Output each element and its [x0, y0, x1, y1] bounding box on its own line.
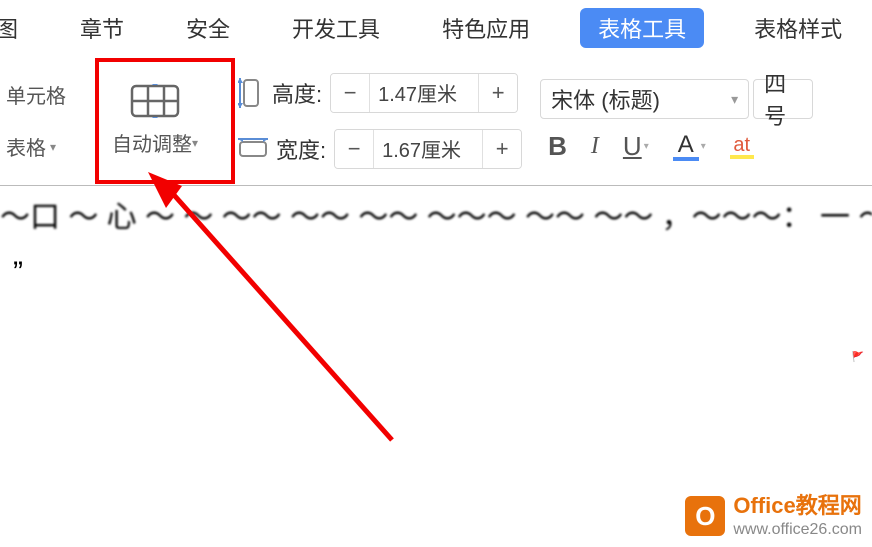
ribbon-tabs: 图 章节 安全 开发工具 特色应用 表格工具 表格样式 [0, 0, 872, 56]
doc-blurred-line: 〜口 〜 心 〜 〜 〜〜 〜〜 〜〜 〜〜〜 〜〜 〜〜 ，〜〜〜： 一 〜 [0, 192, 872, 236]
tab-table-style[interactable]: 表格样式 [742, 8, 854, 48]
table-dropdown[interactable]: 表格 ▾ [6, 132, 56, 161]
group-cell-table: 单元格 表格 ▾ [0, 68, 72, 173]
height-label: 高度: [272, 77, 322, 109]
chevron-down-icon: ▾ [731, 91, 738, 108]
ribbon-body: 单元格 表格 ▾ 自动调整 ▾ 高度 [0, 56, 872, 186]
cell-dropdown[interactable]: 单元格 [6, 80, 66, 109]
tab-table-tools[interactable]: 表格工具 [580, 8, 704, 48]
group-font: 宋体 (标题) ▾ 四号 B I U ▾ A ▾ [540, 68, 813, 173]
chevron-down-icon: ▾ [192, 136, 198, 150]
width-decrease[interactable]: − [335, 130, 373, 168]
font-color-bar [673, 157, 699, 161]
font-name-select[interactable]: 宋体 (标题) ▾ [540, 79, 749, 119]
height-decrease[interactable]: − [331, 74, 369, 112]
tab-special[interactable]: 特色应用 [430, 8, 542, 48]
watermark-title: Office教程网 [733, 493, 862, 519]
auto-adjust-label: 自动调整 [112, 128, 192, 157]
highlight-bar [730, 155, 754, 159]
width-spinner: − 1.67厘米 + [334, 129, 522, 169]
width-increase[interactable]: + [483, 130, 521, 168]
watermark-url: www.office26.com [733, 520, 862, 539]
chevron-down-icon: ▾ [50, 140, 56, 154]
bold-button[interactable]: B [548, 131, 567, 162]
height-icon [238, 78, 264, 108]
font-color-button[interactable]: A ▾ [673, 133, 706, 161]
watermark: O Office教程网 www.office26.com [685, 493, 862, 539]
autofit-table-icon [130, 84, 180, 118]
chevron-down-icon: ▾ [701, 141, 706, 152]
group-size: 高度: − 1.47厘米 + 宽度: − 1.67厘米 + [238, 68, 522, 173]
tab-chapter[interactable]: 章节 [68, 8, 136, 48]
tab-developer[interactable]: 开发工具 [280, 8, 392, 48]
height-spinner: − 1.47厘米 + [330, 73, 518, 113]
tab-security[interactable]: 安全 [174, 8, 242, 48]
corner-flag-icon: 🚩 [852, 352, 864, 363]
underline-button[interactable]: U ▾ [623, 131, 649, 162]
italic-button[interactable]: I [591, 133, 599, 160]
width-icon [238, 138, 268, 160]
tab-view[interactable]: 图 [0, 8, 30, 48]
doc-quote: ” [13, 256, 23, 290]
font-size-value: 四号 [764, 67, 802, 131]
width-value[interactable]: 1.67厘米 [373, 130, 483, 168]
width-label: 宽度: [276, 133, 326, 165]
chevron-down-icon: ▾ [644, 141, 649, 152]
watermark-logo-icon: O [685, 496, 725, 536]
highlight-button[interactable]: at [730, 135, 754, 159]
auto-adjust-button[interactable]: 自动调整 ▾ [90, 68, 220, 173]
font-size-select[interactable]: 四号 [753, 79, 813, 119]
height-increase[interactable]: + [479, 74, 517, 112]
document-area[interactable]: 〜口 〜 心 〜 〜 〜〜 〜〜 〜〜 〜〜〜 〜〜 〜〜 ，〜〜〜： 一 〜 … [0, 186, 872, 526]
height-value[interactable]: 1.47厘米 [369, 74, 479, 112]
font-name-value: 宋体 (标题) [551, 83, 719, 115]
